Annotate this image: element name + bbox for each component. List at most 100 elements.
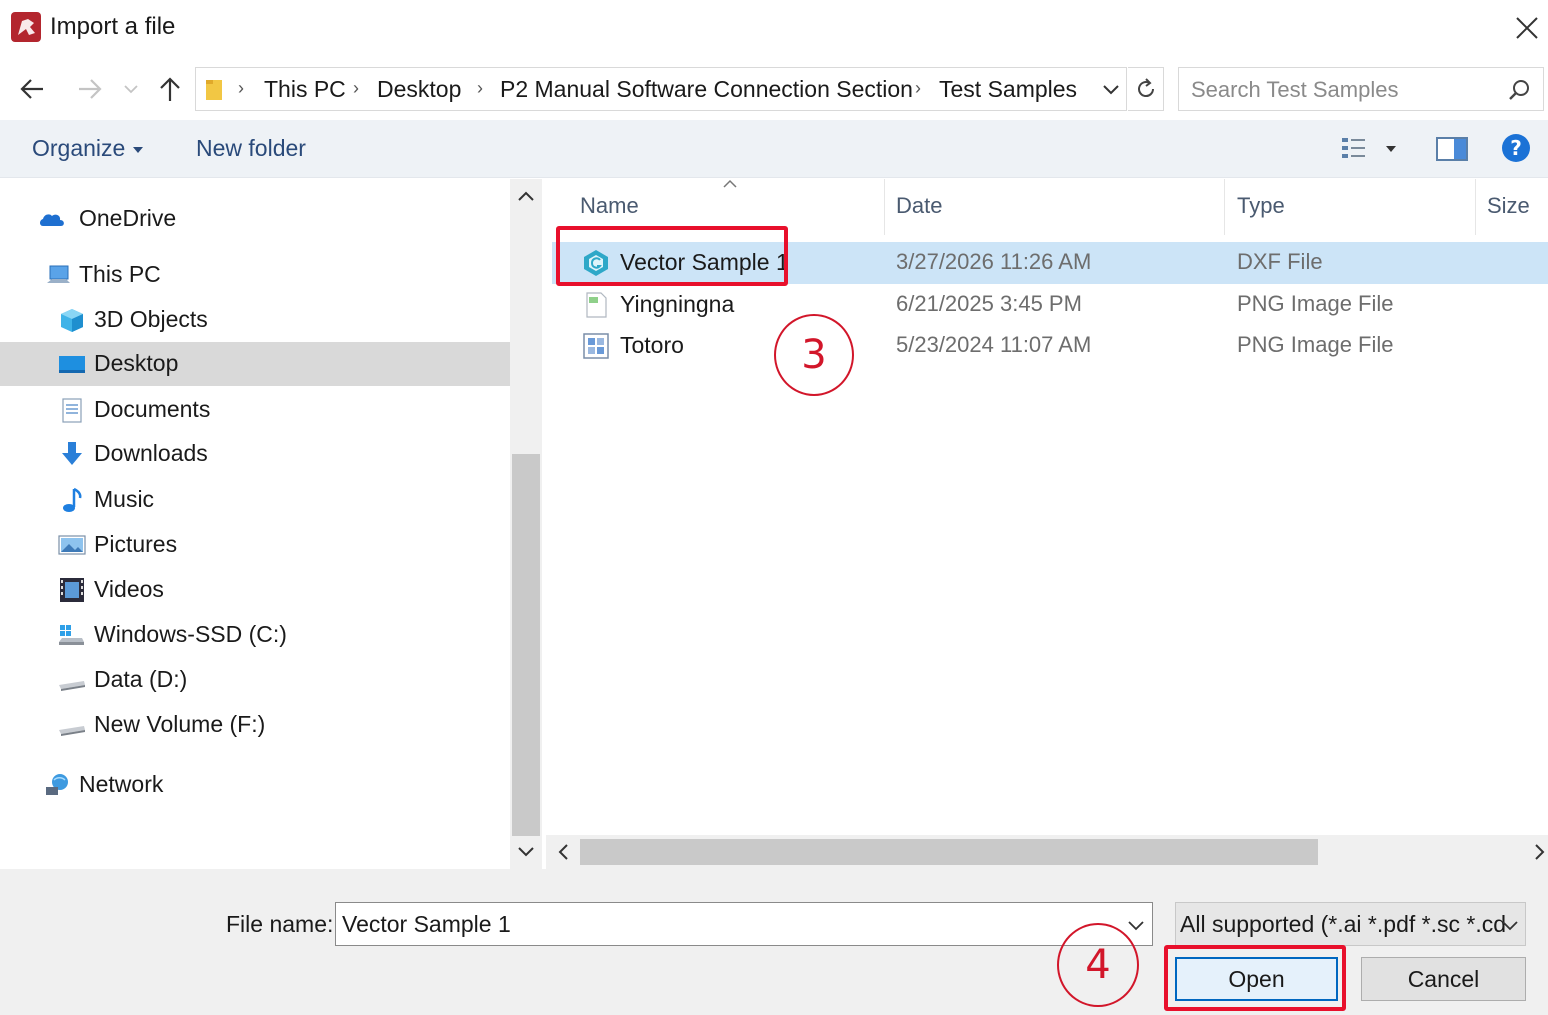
file-type-filter-select[interactable]: All supported (*.ai *.pdf *.sc *.cd	[1175, 902, 1526, 946]
breadcrumb-desktop[interactable]: Desktop	[377, 76, 461, 103]
organize-menu[interactable]: Organize	[32, 135, 144, 162]
drive-icon	[59, 681, 85, 691]
file-date: 6/21/2025 3:45 PM	[896, 291, 1082, 316]
breadcrumb-separator-icon: ›	[915, 78, 921, 98]
chevron-up-icon[interactable]	[516, 187, 536, 207]
refresh-icon	[1137, 78, 1154, 98]
breadcrumb-separator-icon: ›	[238, 78, 244, 98]
file-type-filter-value: All supported (*.ai *.pdf *.sc *.cd	[1180, 911, 1506, 937]
step-4-marker: 4	[1057, 923, 1139, 1007]
nav-item-downloads[interactable]: Downloads	[0, 432, 510, 476]
file-row-yingningna[interactable]: Yingningna 6/21/2025 3:45 PM PNG Image F…	[552, 284, 1548, 326]
column-divider[interactable]	[1475, 179, 1476, 235]
breadcrumb-separator-icon: ›	[353, 78, 359, 98]
file-name-input[interactable]: Vector Sample 1	[335, 902, 1153, 946]
breadcrumb-separator-icon: ›	[477, 78, 483, 98]
back-arrow-icon	[20, 79, 43, 99]
nav-item-3d-objects[interactable]: 3D Objects	[0, 298, 510, 342]
app-icon	[11, 12, 41, 42]
nav-label: New Volume (F:)	[94, 711, 266, 737]
nav-item-data-d[interactable]: Data (D:)	[0, 658, 510, 702]
help-icon[interactable]: ?	[1500, 132, 1532, 164]
nav-label: Windows-SSD (C:)	[94, 621, 287, 647]
nav-item-onedrive[interactable]: OneDrive	[0, 197, 510, 241]
column-header-date[interactable]: Date	[896, 193, 942, 219]
navigation-pane: OneDrive This PC 3D Objects Desktop Docu…	[0, 179, 510, 869]
nav-label: Pictures	[94, 531, 178, 557]
close-icon[interactable]	[1508, 12, 1544, 44]
nav-item-this-pc[interactable]: This PC	[0, 253, 510, 297]
nav-item-new-volume-f[interactable]: New Volume (F:)	[0, 703, 510, 747]
chevron-right-icon[interactable]	[1530, 842, 1548, 862]
cancel-button[interactable]: Cancel	[1361, 957, 1526, 1001]
view-options-icon[interactable]	[1340, 134, 1402, 164]
nav-item-windows-ssd[interactable]: Windows-SSD (C:)	[0, 613, 510, 657]
folder-icon	[206, 80, 222, 100]
forward-arrow-icon	[79, 79, 102, 99]
search-placeholder[interactable]: Search Test Samples	[1191, 77, 1398, 103]
breadcrumb-this-pc[interactable]: This PC	[264, 76, 346, 103]
file-date: 3/27/2026 11:26 AM	[896, 249, 1092, 274]
drive-icon	[59, 726, 85, 736]
navigation-bar: › This PC › Desktop › P2 Manual Software…	[0, 62, 1548, 116]
nav-item-videos[interactable]: Videos	[0, 568, 510, 612]
refresh-button[interactable]	[1128, 67, 1164, 111]
file-name-value[interactable]: Vector Sample 1	[342, 911, 511, 938]
organize-label: Organize	[32, 135, 126, 161]
music-icon	[63, 487, 82, 512]
chevron-left-icon[interactable]	[554, 842, 574, 862]
nav-item-music[interactable]: Music	[0, 478, 510, 522]
column-header-size[interactable]: Size	[1487, 193, 1530, 219]
file-row-totoro[interactable]: Totoro 5/23/2024 11:07 AM PNG Image File	[552, 325, 1548, 367]
highlight-box-open-button	[1164, 945, 1346, 1011]
file-list-horizontal-scrollbar[interactable]	[546, 835, 1548, 869]
chevron-down-icon[interactable]	[1500, 915, 1520, 935]
column-divider[interactable]	[1224, 179, 1225, 235]
chevron-down-icon[interactable]	[516, 841, 536, 861]
address-bar[interactable]: › This PC › Desktop › P2 Manual Software…	[195, 67, 1127, 111]
up-button[interactable]	[152, 72, 188, 106]
chevron-down-icon[interactable]	[1101, 78, 1121, 100]
navigation-pane-scrollbar[interactable]	[510, 179, 542, 869]
nav-label: 3D Objects	[94, 306, 208, 332]
forward-button[interactable]	[72, 72, 108, 106]
search-box[interactable]: Search Test Samples	[1178, 67, 1544, 111]
column-header-type[interactable]: Type	[1237, 193, 1285, 219]
column-header-name[interactable]: Name	[580, 193, 639, 219]
file-name: Totoro	[620, 332, 684, 358]
nav-label: Documents	[94, 396, 211, 422]
file-type: DXF File	[1237, 249, 1323, 274]
recent-locations-button[interactable]	[116, 72, 146, 106]
scrollbar-thumb[interactable]	[580, 839, 1318, 865]
pictures-icon	[58, 535, 86, 555]
downloads-icon	[62, 442, 82, 465]
3d-objects-icon	[61, 309, 83, 332]
sort-ascending-icon	[723, 179, 737, 188]
chevron-down-icon[interactable]	[1126, 915, 1146, 935]
nav-item-pictures[interactable]: Pictures	[0, 523, 510, 567]
new-folder-button[interactable]: New folder	[196, 135, 306, 162]
step-3-marker: 3	[774, 314, 854, 396]
up-arrow-icon	[160, 77, 180, 101]
preview-pane-icon[interactable]	[1436, 136, 1468, 162]
documents-icon	[62, 398, 82, 423]
breadcrumb-p2-manual[interactable]: P2 Manual Software Connection Section	[500, 76, 913, 103]
highlight-box-selected-file	[556, 226, 788, 286]
column-divider[interactable]	[884, 179, 885, 235]
nav-label: Desktop	[94, 350, 179, 376]
computer-icon	[47, 265, 70, 283]
nav-item-desktop[interactable]: Desktop	[0, 342, 510, 386]
search-icon[interactable]	[1507, 78, 1531, 102]
breadcrumb-test-samples[interactable]: Test Samples	[939, 76, 1077, 103]
nav-item-network[interactable]: Network	[0, 763, 510, 807]
nav-label: Music	[94, 486, 155, 512]
nav-label: Network	[79, 771, 164, 797]
nav-label: Videos	[94, 576, 164, 602]
onedrive-icon	[40, 214, 64, 226]
scrollbar-thumb[interactable]	[512, 454, 540, 836]
file-name-label: File name:	[226, 911, 334, 937]
back-button[interactable]	[14, 72, 50, 106]
nav-item-documents[interactable]: Documents	[0, 388, 510, 432]
file-type: PNG Image File	[1237, 291, 1394, 316]
png-file-icon	[583, 333, 609, 359]
